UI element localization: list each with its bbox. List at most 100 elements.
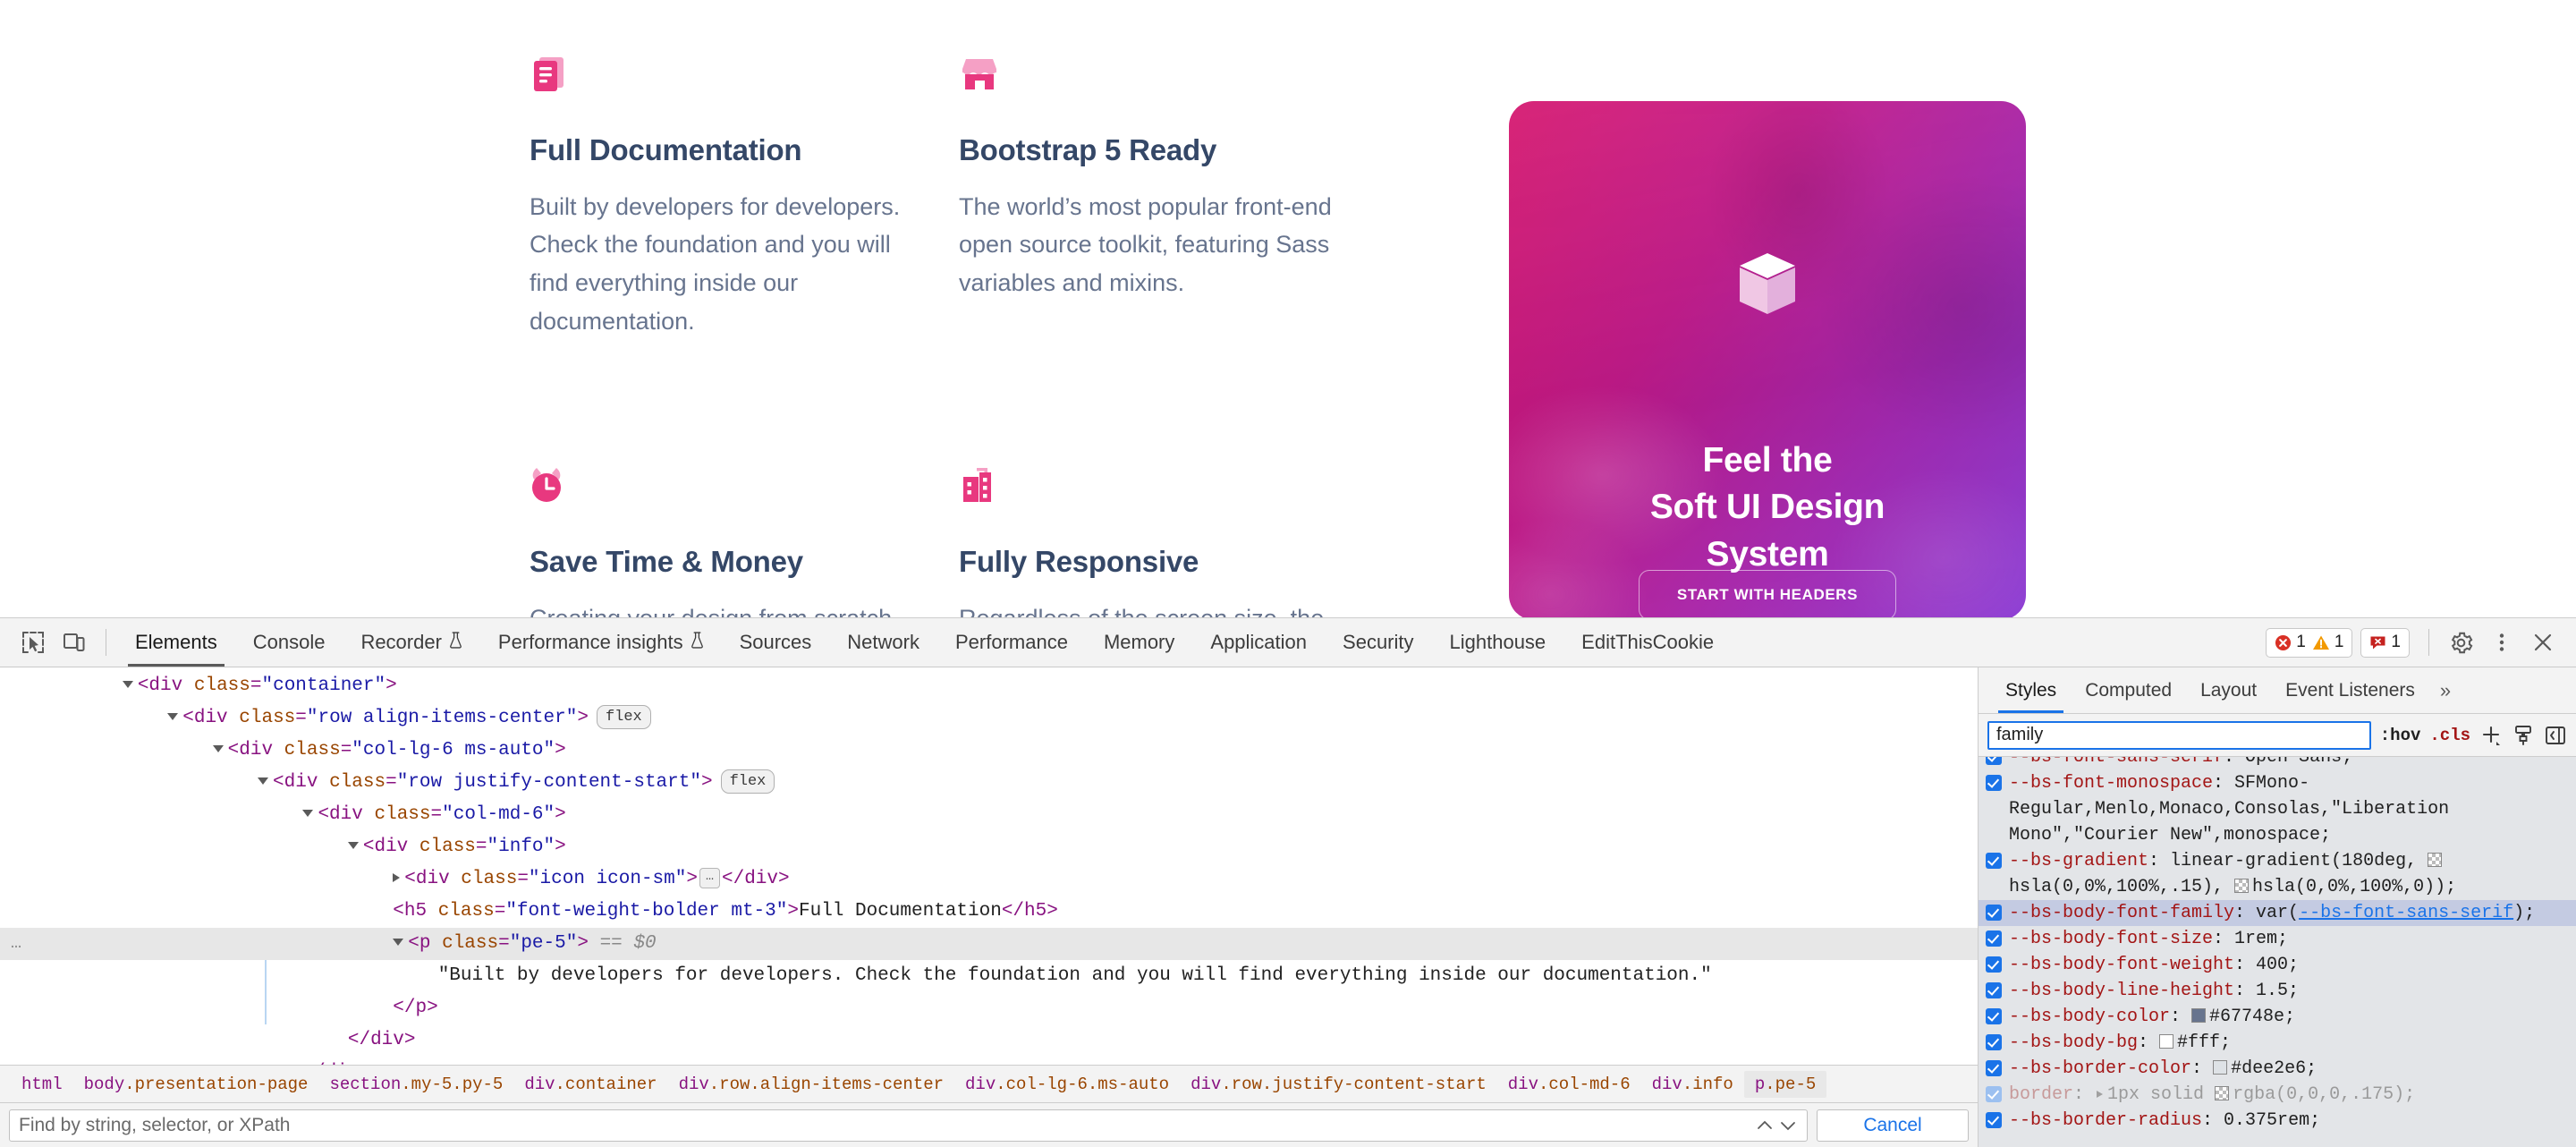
search-input[interactable] bbox=[19, 1114, 1748, 1136]
styles-tab-event-listeners[interactable]: Event Listeners bbox=[2271, 667, 2429, 713]
color-swatch[interactable] bbox=[2234, 879, 2250, 893]
disclosure-triangle-open[interactable] bbox=[212, 745, 224, 753]
expand-shorthand-icon[interactable] bbox=[2097, 1091, 2104, 1098]
paintbrush-icon[interactable] bbox=[2512, 724, 2535, 747]
declaration-property[interactable]: --bs-body-color bbox=[2009, 1007, 2170, 1027]
declaration-property[interactable]: --bs-border-radius bbox=[2009, 1110, 2202, 1131]
dom-node-row[interactable]: <div class="icon icon-sm">… </div> bbox=[0, 863, 1978, 896]
dom-node-row[interactable]: <div class="col-lg-6 ms-auto"> bbox=[0, 735, 1978, 767]
declaration-property[interactable]: --bs-gradient bbox=[2009, 851, 2148, 871]
dom-node-row[interactable]: <div class="col-md-6"> bbox=[0, 799, 1978, 831]
declaration-checkbox[interactable] bbox=[1986, 930, 2002, 947]
hov-toggle[interactable]: :hov bbox=[2380, 726, 2421, 745]
declaration-checkbox[interactable] bbox=[1986, 853, 2002, 869]
declaration-checkbox[interactable] bbox=[1986, 775, 2002, 791]
devtools-tab-elements[interactable]: Elements bbox=[117, 618, 235, 667]
css-declaration[interactable]: --bs-body-bg: #fff; bbox=[1979, 1030, 2576, 1056]
declaration-checkbox[interactable] bbox=[1986, 982, 2002, 998]
styles-tab-layout[interactable]: Layout bbox=[2186, 667, 2271, 713]
declaration-property[interactable]: --bs-font-sans-serif bbox=[2009, 757, 2224, 768]
console-counters[interactable]: 1 1 bbox=[2266, 627, 2353, 658]
css-declaration[interactable]: --bs-border-radius: 0.375rem; bbox=[1979, 1108, 2576, 1134]
css-declaration[interactable]: --bs-body-color: #67748e; bbox=[1979, 1004, 2576, 1030]
declaration-property[interactable]: --bs-body-font-size bbox=[2009, 929, 2213, 949]
color-swatch[interactable] bbox=[2213, 1060, 2228, 1075]
css-declaration[interactable]: --bs-body-font-size: 1rem; bbox=[1979, 926, 2576, 952]
css-declaration[interactable]: --bs-font-monospace: SFMono-Regular,Menl… bbox=[1979, 770, 2576, 848]
declaration-property[interactable]: --bs-body-font-weight bbox=[2009, 955, 2234, 975]
declaration-property[interactable]: --bs-border-color bbox=[2009, 1058, 2191, 1079]
declaration-checkbox[interactable] bbox=[1986, 1060, 2002, 1076]
declaration-property[interactable]: --bs-font-monospace bbox=[2009, 773, 2213, 794]
styles-declarations[interactable]: --bs-font-sans-serif: Open Sans; --bs-fon… bbox=[1979, 757, 2576, 1147]
color-swatch[interactable] bbox=[2215, 1086, 2230, 1100]
dom-tree[interactable]: <div class="container"> <div class="row … bbox=[0, 667, 1978, 1065]
devtools-tab-lighthouse[interactable]: Lighthouse bbox=[1432, 618, 1564, 667]
start-with-headers-button[interactable]: START WITH HEADERS bbox=[1639, 570, 1896, 617]
devtools-tab-editthiscookie[interactable]: EditThisCookie bbox=[1563, 618, 1732, 667]
issues-counter[interactable]: 1 bbox=[2360, 627, 2410, 658]
plus-icon[interactable] bbox=[2479, 724, 2503, 747]
panel-toggle-icon[interactable] bbox=[2544, 724, 2567, 747]
css-declaration[interactable]: border: 1px solid rgba(0,0,0,.175); bbox=[1979, 1082, 2576, 1108]
styles-tab-styles[interactable]: Styles bbox=[1991, 667, 2071, 713]
css-declaration[interactable]: --bs-body-line-height: 1.5; bbox=[1979, 978, 2576, 1004]
breadcrumb-item-p[interactable]: p.pe-5 bbox=[1743, 1070, 1827, 1098]
declaration-checkbox[interactable] bbox=[1986, 956, 2002, 973]
cls-toggle[interactable]: .cls bbox=[2429, 726, 2470, 745]
close-icon[interactable] bbox=[2522, 623, 2563, 662]
css-var-link[interactable]: --bs-font-sans-serif bbox=[2299, 903, 2513, 923]
devtools-tab-security[interactable]: Security bbox=[1325, 618, 1431, 667]
breadcrumb-item-div[interactable]: div.info bbox=[1641, 1071, 1744, 1098]
devtools-tab-network[interactable]: Network bbox=[829, 618, 937, 667]
breadcrumb-item-div[interactable]: div.col-md-6 bbox=[1497, 1071, 1641, 1098]
error-counter[interactable]: 1 bbox=[2275, 633, 2306, 652]
disclosure-triangle-open[interactable] bbox=[258, 777, 269, 786]
color-swatch[interactable] bbox=[2159, 1034, 2174, 1049]
declaration-checkbox[interactable] bbox=[1986, 1112, 2002, 1128]
styles-tab-computed[interactable]: Computed bbox=[2071, 667, 2186, 713]
devtools-tab-recorder[interactable]: Recorder bbox=[343, 618, 479, 667]
disclosure-triangle-open[interactable] bbox=[393, 939, 404, 947]
devtools-tab-console[interactable]: Console bbox=[235, 618, 343, 667]
declaration-property[interactable]: --bs-body-font-family bbox=[2009, 903, 2234, 923]
flex-badge[interactable]: flex bbox=[596, 704, 651, 729]
disclosure-triangle-open[interactable] bbox=[167, 713, 179, 721]
declaration-property[interactable]: --bs-body-line-height bbox=[2009, 981, 2234, 1001]
gear-icon[interactable] bbox=[2440, 623, 2481, 662]
dom-node-row[interactable]: <h5 class="font-weight-bolder mt-3">Full… bbox=[0, 896, 1978, 928]
breadcrumb-item-div[interactable]: div.row.justify-content-start bbox=[1180, 1071, 1497, 1098]
find-input-wrap[interactable] bbox=[9, 1109, 1808, 1142]
chevron-down-icon[interactable] bbox=[1778, 1116, 1798, 1135]
styles-filter-input[interactable] bbox=[1987, 720, 2371, 750]
color-swatch[interactable] bbox=[2428, 853, 2443, 867]
inspect-element-icon[interactable] bbox=[13, 623, 54, 662]
styles-more-tabs-icon[interactable]: » bbox=[2429, 679, 2462, 702]
dom-node-row[interactable]: <div class="container"> bbox=[0, 670, 1978, 702]
breadcrumb-item-div[interactable]: div.col-lg-6.ms-auto bbox=[954, 1071, 1180, 1098]
breadcrumb-item-div[interactable]: div.row.align-items-center bbox=[668, 1071, 954, 1098]
warning-counter[interactable]: 1 bbox=[2312, 633, 2343, 652]
declaration-checkbox[interactable] bbox=[1986, 1008, 2002, 1024]
cancel-button[interactable]: Cancel bbox=[1817, 1109, 1969, 1142]
declaration-checkbox[interactable] bbox=[1986, 1086, 2002, 1102]
devtools-tab-performance[interactable]: Performance bbox=[937, 618, 1086, 667]
flex-badge[interactable]: flex bbox=[720, 769, 775, 794]
devtools-tab-application[interactable]: Application bbox=[1192, 618, 1325, 667]
dom-node-row[interactable]: <div class="row align-items-center"> flex bbox=[0, 702, 1978, 735]
declaration-property[interactable]: --bs-body-bg bbox=[2009, 1032, 2138, 1053]
kebab-menu-icon[interactable] bbox=[2481, 623, 2522, 662]
devtools-tab-memory[interactable]: Memory bbox=[1086, 618, 1192, 667]
declaration-property[interactable]: border bbox=[2009, 1084, 2073, 1105]
declaration-checkbox[interactable] bbox=[1986, 1034, 2002, 1050]
css-declaration[interactable]: --bs-body-font-family: var(--bs-font-san… bbox=[1979, 900, 2576, 926]
breadcrumb-item-html[interactable]: html bbox=[11, 1071, 73, 1098]
dom-node-row[interactable]: <div class="info"> bbox=[0, 831, 1978, 863]
expand-ellipsis[interactable]: … bbox=[699, 867, 720, 888]
breadcrumb[interactable]: html body.presentation-page section.my-5.p… bbox=[0, 1065, 1978, 1102]
device-toolbar-icon[interactable] bbox=[54, 623, 95, 662]
dom-node-row[interactable]: </div> bbox=[0, 1057, 1978, 1065]
breadcrumb-item-body[interactable]: body.presentation-page bbox=[73, 1071, 319, 1098]
breadcrumb-item-section[interactable]: section.my-5.py-5 bbox=[318, 1071, 513, 1098]
disclosure-triangle-open[interactable] bbox=[302, 810, 314, 818]
